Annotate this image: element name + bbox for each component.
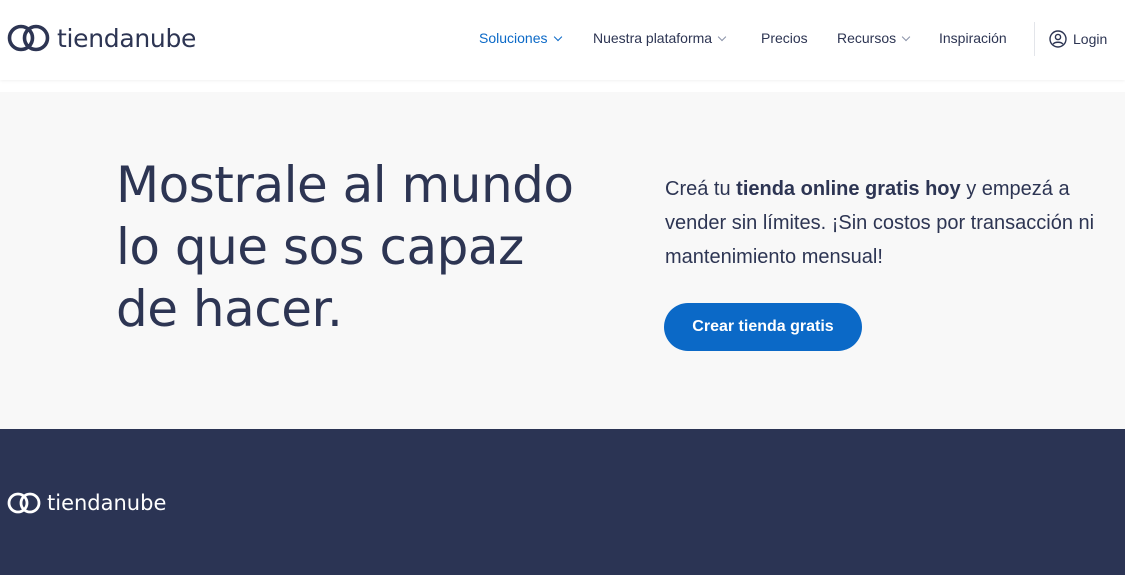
- hero-section: Mostrale al mundo lo que sos capaz de ha…: [0, 92, 1125, 429]
- login-label: Login: [1073, 31, 1108, 47]
- site-header: tiendanube Soluciones Nuestra plataforma…: [0, 0, 1125, 80]
- cloud-logo-icon: [7, 24, 50, 52]
- nav-item-inspiracion[interactable]: Inspiración: [939, 30, 1007, 46]
- logo-text: tiendanube: [57, 23, 197, 53]
- hero-description: Creá tu tienda online gratis hoy y empez…: [665, 172, 1120, 274]
- create-store-button[interactable]: Crear tienda gratis: [664, 303, 862, 351]
- site-footer: tiendanube: [0, 429, 1125, 575]
- hero-desc-bold: tienda online gratis hoy: [736, 178, 961, 200]
- footer-logo-text: tiendanube: [47, 491, 167, 515]
- footer-logo[interactable]: tiendanube: [6, 489, 166, 517]
- chevron-down-icon: [717, 32, 727, 42]
- login-link[interactable]: Login: [1049, 30, 1107, 48]
- hero-title: Mostrale al mundo lo que sos capaz de ha…: [116, 156, 574, 338]
- nav-label: Precios: [761, 30, 808, 46]
- cloud-logo-icon: [7, 492, 41, 514]
- nav-label: Nuestra plataforma: [593, 30, 713, 46]
- user-circle-icon: [1049, 30, 1067, 48]
- nav-item-precios[interactable]: Precios: [761, 30, 808, 46]
- chevron-down-icon: [553, 32, 562, 42]
- chevron-down-icon: [901, 32, 911, 42]
- hero-desc-part1: Creá tu: [665, 178, 737, 200]
- nav-label: Recursos: [837, 30, 897, 46]
- nav-item-nuestra-plataforma[interactable]: Nuestra plataforma: [593, 30, 727, 46]
- nav-divider: [1034, 22, 1035, 56]
- nav-item-soluciones[interactable]: Soluciones: [479, 30, 562, 46]
- nav-label: Inspiración: [939, 30, 1007, 46]
- nav-item-recursos[interactable]: Recursos: [837, 30, 911, 46]
- nav-label: Soluciones: [479, 30, 548, 46]
- header-logo[interactable]: tiendanube: [6, 20, 196, 56]
